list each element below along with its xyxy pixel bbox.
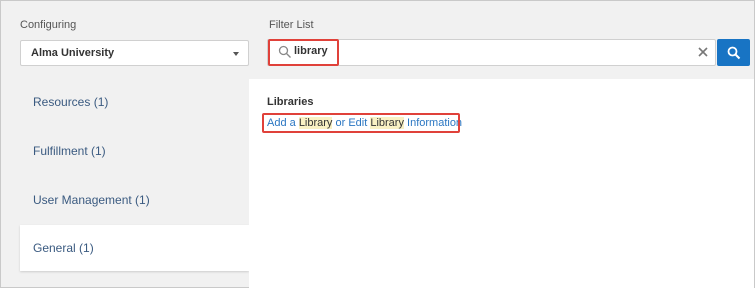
configuring-selected-value: Alma University <box>31 47 115 59</box>
configuration-page: Configuring Alma University Filter List … <box>0 0 755 288</box>
filter-list-label: Filter List <box>269 19 314 31</box>
nav-item-fulfillment[interactable]: Fulfillment (1) <box>20 128 249 174</box>
nav-item-resources[interactable]: Resources (1) <box>20 79 249 125</box>
results-panel <box>249 79 754 288</box>
chevron-down-icon <box>233 52 239 56</box>
section-title-libraries: Libraries <box>267 96 314 108</box>
configuring-label: Configuring <box>20 19 77 31</box>
close-icon[interactable] <box>697 46 709 58</box>
result-link-highlight <box>262 113 460 133</box>
search-button[interactable] <box>717 39 750 66</box>
search-icon <box>727 46 740 59</box>
filter-input-highlight <box>268 39 339 66</box>
configuring-select[interactable]: Alma University <box>20 40 249 66</box>
nav-item-user-management[interactable]: User Management (1) <box>20 177 249 223</box>
nav-item-general[interactable]: General (1) <box>20 225 249 271</box>
